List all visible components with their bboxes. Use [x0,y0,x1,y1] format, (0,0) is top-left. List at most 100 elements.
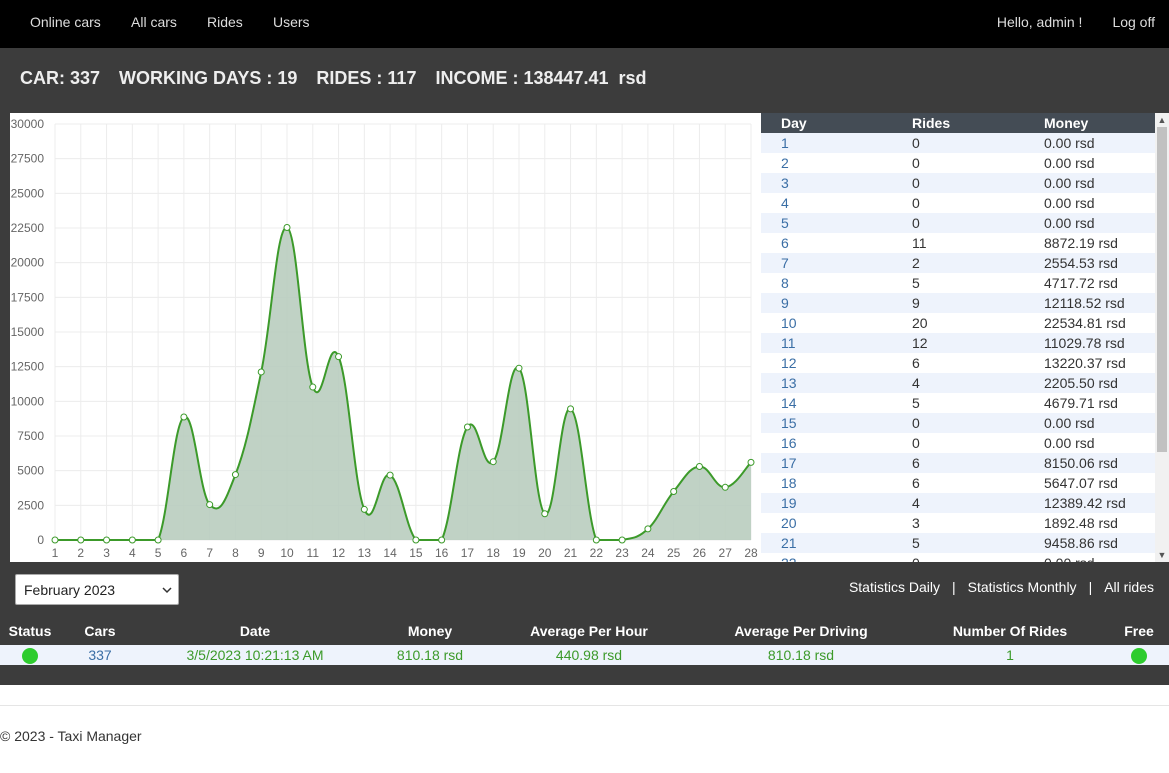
car-summary: CAR: 337 [20,68,101,88]
table-row[interactable]: 13 4 2205.50 rsd [761,373,1155,393]
table-row[interactable]: 14 5 4679.71 rsd [761,393,1155,413]
data-point [541,510,549,518]
day-cell[interactable]: 5 [781,215,789,231]
month-select[interactable]: February 2023 [15,574,179,605]
table-row[interactable]: 1 0 0.00 rsd [761,133,1155,153]
day-cell[interactable]: 4 [781,195,789,211]
day-cell[interactable]: 22 [781,555,797,562]
nav-user-area: Hello, admin ! Log off [997,14,1155,30]
daily-table-scrollbar[interactable]: ▲ ▼ [1155,113,1169,562]
day-cell[interactable]: 15 [781,415,797,431]
table-row[interactable]: 10 20 22534.81 rsd [761,313,1155,333]
table-row[interactable]: 2 0 0.00 rsd [761,153,1155,173]
nav-all-cars[interactable]: All cars [131,14,177,30]
data-point [567,405,575,413]
nav-rides[interactable]: Rides [207,14,243,30]
status-indicator [22,648,38,664]
greeting-link[interactable]: Hello, admin ! [997,14,1083,30]
day-cell[interactable]: 16 [781,435,797,451]
nav-users[interactable]: Users [273,14,310,30]
scrollbar-thumb[interactable] [1157,127,1167,452]
table-row[interactable]: 7 2 2554.53 rsd [761,253,1155,273]
table-row[interactable]: 337 3/5/2023 10:21:13 AM 810.18 rsd 440.… [0,645,1169,665]
table-row[interactable]: 12 6 13220.37 rsd [761,353,1155,373]
data-point [721,483,729,491]
row-date: 3/5/2023 10:21:13 AM [186,647,324,663]
data-point [154,536,162,544]
rides-cell: 4 [912,495,920,511]
link-separator: | [1088,579,1093,595]
top-navbar: Online cars All cars Rides Users Hello, … [0,0,1169,48]
statistics-monthly-link[interactable]: Statistics Monthly [968,579,1077,595]
day-cell[interactable]: 2 [781,155,789,171]
day-cell[interactable]: 14 [781,395,797,411]
day-cell[interactable]: 8 [781,275,789,291]
day-cell[interactable]: 19 [781,495,797,511]
table-row[interactable]: 16 0 0.00 rsd [761,433,1155,453]
day-cell[interactable]: 21 [781,535,797,551]
car-link[interactable]: 337 [88,647,111,663]
day-cell[interactable]: 20 [781,515,797,531]
rides-cell: 4 [912,375,920,391]
day-cell[interactable]: 12 [781,355,797,371]
chevron-down-icon [162,587,172,594]
day-cell[interactable]: 6 [781,235,789,251]
income-series-line [55,226,752,541]
day-cell[interactable]: 3 [781,175,789,191]
footer-divider [0,705,1169,706]
money-cell: 0.00 rsd [1044,135,1095,151]
y-tick-label: 22500 [11,221,45,235]
filter-bar: February 2023 Statistics Daily | Statist… [0,565,1169,615]
x-tick-label: 2 [77,546,84,560]
header-number-of-rides: Number Of Rides [952,623,1068,639]
table-row[interactable]: 5 0 0.00 rsd [761,213,1155,233]
x-tick-label: 5 [155,546,162,560]
table-row[interactable]: 20 3 1892.48 rsd [761,513,1155,533]
day-cell[interactable]: 18 [781,475,797,491]
table-row[interactable]: 3 0 0.00 rsd [761,173,1155,193]
table-row[interactable]: 19 4 12389.42 rsd [761,493,1155,513]
day-cell[interactable]: 10 [781,315,797,331]
x-tick-label: 16 [435,546,449,560]
x-tick-label: 20 [538,546,552,560]
data-point [695,463,703,471]
table-row[interactable]: 18 6 5647.07 rsd [761,473,1155,493]
nav-online-cars[interactable]: Online cars [30,14,101,30]
day-cell[interactable]: 17 [781,455,797,471]
scroll-down-icon[interactable]: ▼ [1155,548,1169,562]
day-cell[interactable]: 9 [781,295,789,311]
table-row[interactable]: 6 11 8872.19 rsd [761,233,1155,253]
table-row[interactable]: 4 0 0.00 rsd [761,193,1155,213]
x-tick-label: 15 [409,546,423,560]
table-row[interactable]: 17 6 8150.06 rsd [761,453,1155,473]
data-point [670,487,678,495]
rides-cell: 6 [912,455,920,471]
x-tick-label: 25 [667,546,681,560]
money-cell: 1892.48 rsd [1044,515,1118,531]
table-row[interactable]: 8 5 4717.72 rsd [761,273,1155,293]
x-tick-label: 6 [181,546,188,560]
statistics-daily-link[interactable]: Statistics Daily [849,579,940,595]
data-point [438,536,446,544]
income-area-fill [55,227,751,540]
header-date: Date [239,623,271,639]
data-point [335,353,343,361]
data-point [309,383,317,391]
data-point [257,368,265,376]
data-point [463,423,471,431]
day-cell[interactable]: 13 [781,375,797,391]
all-rides-link[interactable]: All rides [1104,579,1154,595]
money-cell: 8872.19 rsd [1044,235,1118,251]
table-row[interactable]: 11 12 11029.78 rsd [761,333,1155,353]
table-row[interactable]: 21 5 9458.86 rsd [761,533,1155,553]
data-point [412,536,420,544]
header-money: Money [1044,115,1089,131]
scroll-up-icon[interactable]: ▲ [1155,113,1169,127]
day-cell[interactable]: 11 [781,335,796,351]
table-row[interactable]: 9 9 12118.52 rsd [761,293,1155,313]
day-cell[interactable]: 1 [781,135,789,151]
logoff-link[interactable]: Log off [1112,14,1155,30]
table-row[interactable]: 15 0 0.00 rsd [761,413,1155,433]
day-cell[interactable]: 7 [781,255,789,271]
table-row[interactable]: 22 0 0.00 rsd [761,553,1155,562]
